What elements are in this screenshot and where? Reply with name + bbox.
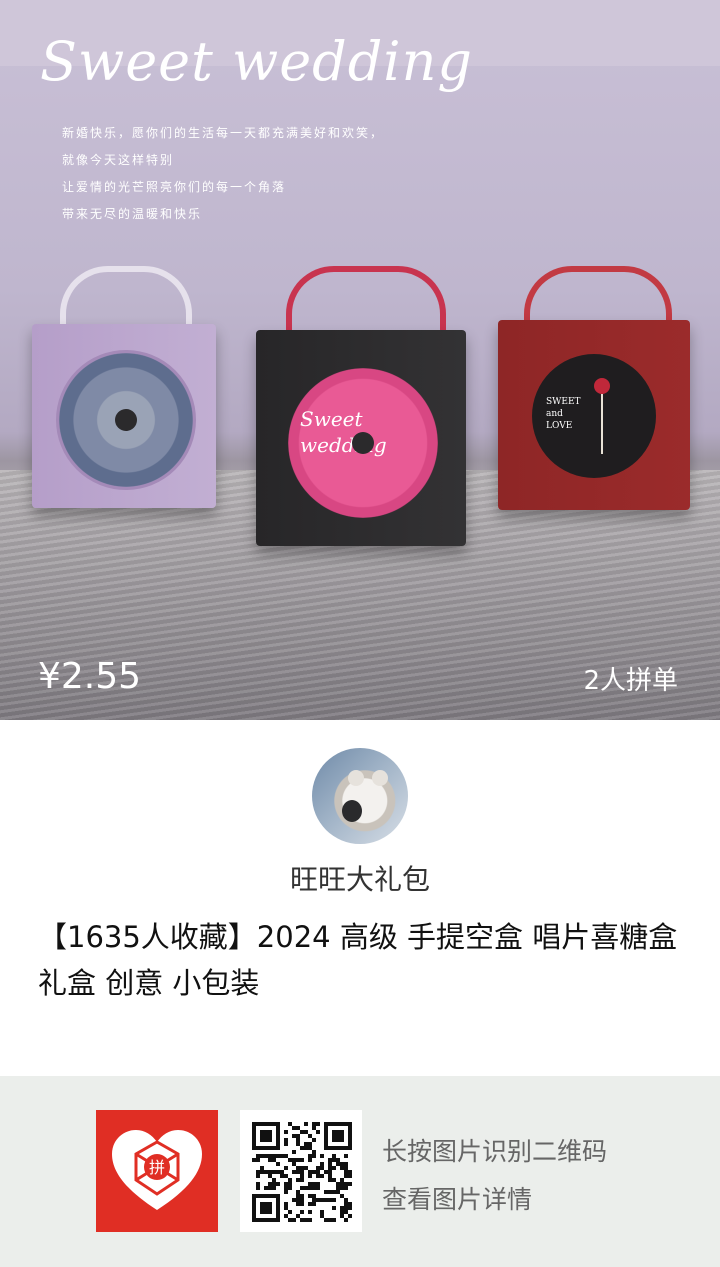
- rose-stem: [601, 394, 603, 454]
- price-label: ¥2.55: [38, 656, 142, 697]
- record-disc-purple: [56, 350, 196, 490]
- rose-icon: [594, 378, 610, 394]
- shop-avatar[interactable]: [312, 748, 408, 844]
- record-disc-pink: Sweet wedding: [288, 368, 438, 518]
- scan-hint-line1: 长按图片识别二维码: [382, 1137, 608, 1166]
- heart-logo-icon: 拼: [112, 1130, 202, 1210]
- share-footer: 拼 长按图片识别二维码 查看图片详情: [0, 1076, 720, 1267]
- product-image[interactable]: Sweet wedding 新婚快乐，愿你们的生活每一天都充满美好和欢笑， 就像…: [0, 0, 720, 720]
- group-buy-label: 2人拼单: [583, 666, 678, 696]
- disc-label-text: SWEET and LOVE: [546, 397, 581, 431]
- product-title[interactable]: 【1635人收藏】2024 高级 手提空盒 唱片喜糖盒礼盒 创意 小包装: [38, 914, 688, 1006]
- gift-box-black: Sweet wedding: [256, 330, 466, 546]
- poem-text: 新婚快乐，愿你们的生活每一天都充满美好和欢笑， 就像今天这样特别 让爱情的光芒照…: [62, 120, 384, 228]
- poem-line: 让爱情的光芒照亮你们的每一个角落: [62, 180, 287, 194]
- poem-line: 就像今天这样特别: [62, 153, 175, 167]
- gift-box-purple: [32, 324, 216, 508]
- shop-name[interactable]: 旺旺大礼包: [0, 858, 720, 898]
- pinduoduo-logo-icon: 拼: [96, 1110, 218, 1232]
- cat-spot: [342, 800, 362, 822]
- record-disc-black: SWEET and LOVE: [532, 354, 656, 478]
- disc-hole: [352, 432, 374, 454]
- gift-box-red: SWEET and LOVE: [498, 320, 690, 510]
- poem-line: 带来无尽的温暖和快乐: [62, 207, 203, 221]
- scan-hint-line2: 查看图片详情: [382, 1185, 533, 1214]
- qr-code[interactable]: [240, 1110, 362, 1232]
- disc-hole: [115, 409, 137, 431]
- script-title: Sweet wedding: [40, 30, 473, 93]
- poem-line: 新婚快乐，愿你们的生活每一天都充满美好和欢笑，: [62, 126, 385, 140]
- box-handle-left: [60, 266, 192, 332]
- disc-script-text: Sweet wedding: [300, 407, 387, 457]
- logo-char: 拼: [149, 1158, 165, 1177]
- cat-avatar-icon: [348, 770, 364, 786]
- qr-code-icon: [252, 1122, 352, 1222]
- cat-ear: [372, 770, 388, 786]
